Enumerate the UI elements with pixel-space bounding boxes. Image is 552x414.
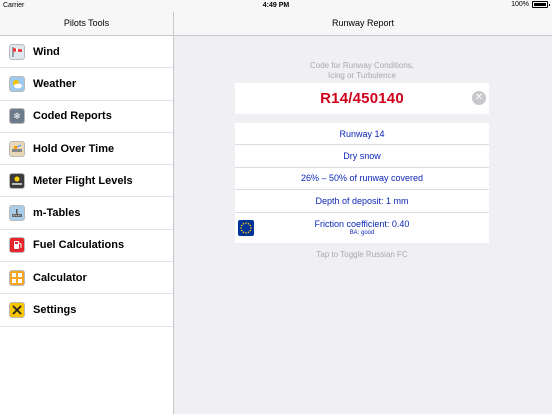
braking-action: BA: good [349,230,375,237]
tools-icon [9,302,25,319]
sidebar: Pilots Tools Wind Weather ❄ Coded Report… [0,12,174,414]
snowflake-icon: ❄ [9,108,25,125]
clock: 4:49 PM [262,2,290,9]
sidebar-item-meter-flight-levels[interactable]: Meter Flight Levels [0,165,173,198]
sidebar-item-m-tables[interactable]: m-Tables [0,197,173,230]
result-coverage: 26% – 50% of runway covered [235,168,489,191]
sidebar-item-hold-over-time[interactable]: Hold Over Time [0,133,173,166]
fuel-pump-icon [9,237,25,254]
altitude-icon [9,172,25,189]
sidebar-item-label: Meter Flight Levels [33,174,133,187]
sidebar-item-fuel-calculations[interactable]: Fuel Calculations [0,230,173,263]
windsock-icon [9,43,25,60]
sidebar-item-label: Fuel Calculations [33,239,125,252]
sidebar-item-wind[interactable]: Wind [0,36,173,69]
weather-icon [9,75,25,92]
sidebar-item-settings[interactable]: Settings [0,294,173,327]
sidebar-item-label: m-Tables [33,207,81,220]
battery-indicator: 100% [511,1,550,8]
page-title: Runway Report [174,12,552,36]
runway-icon [9,205,25,222]
status-bar: Carrier 4:49 PM 100% [0,0,552,12]
decoded-results: Runway 14 Dry snow 26% – 50% of runway c… [235,123,489,243]
result-depth: Depth of deposit: 1 mm [235,190,489,213]
battery-icon [532,1,550,8]
result-runway: Runway 14 [235,123,489,146]
sidebar-item-label: Hold Over Time [33,142,115,155]
calculator-icon [9,269,25,286]
sidebar-title: Pilots Tools [0,12,173,36]
result-friction[interactable]: Friction coefficient: 0.40 BA: good [235,213,489,243]
result-deposit: Dry snow [235,145,489,168]
clear-icon[interactable]: ✕ [472,91,486,105]
input-hint-line1: Code for Runway Conditions, [309,61,415,70]
input-hint-line2: Icing or Turbulence [327,71,397,80]
sidebar-item-weather[interactable]: Weather [0,68,173,101]
sidebar-item-label: Wind [33,45,60,58]
sidebar-item-label: Settings [33,304,77,317]
sidebar-item-label: Weather [33,77,77,90]
runway-code-input[interactable]: R14/450140 ✕ [235,83,489,114]
eu-flag-icon [238,219,254,236]
toggle-hint: Tap to Toggle Russian FC [316,250,408,259]
battery-percent: 100% [511,1,529,8]
sidebar-item-label: Calculator [33,271,87,284]
sidebar-item-coded-reports[interactable]: ❄ Coded Reports [0,101,173,133]
sidebar-item-label: Coded Reports [33,110,112,123]
deicing-icon [9,140,25,157]
friction-coefficient: Friction coefficient: 0.40 [314,219,410,230]
sidebar-item-calculator[interactable]: Calculator [0,262,173,295]
runway-code-value: R14/450140 [320,90,404,107]
